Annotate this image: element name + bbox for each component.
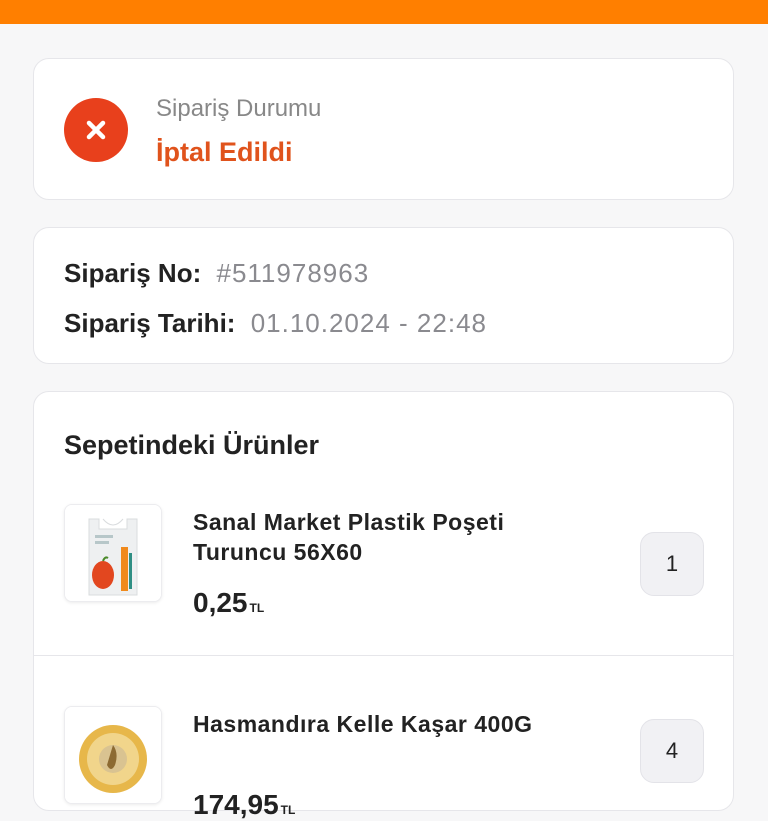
plastic-bag-image [64,504,162,602]
order-status-value: İptal Edildi [156,137,293,167]
order-number-row: Sipariş No: #511978963 [64,258,369,289]
product-name: Sanal Market Plastik Poşeti Turuncu 56X6… [193,509,505,565]
product-price: 0,25 TL [193,587,264,619]
product-item[interactable]: Sanal Market Plastik Poşeti Turuncu 56X6… [34,487,733,656]
cheese-image [64,706,162,804]
order-info-card: Sipariş No: #511978963 Sipariş Tarihi: 0… [33,227,734,364]
order-number-label: Sipariş No: [64,258,202,288]
product-price-value: 174,95 [193,789,279,820]
close-icon [64,98,128,162]
currency-label: TL [280,803,296,817]
quantity-badge: 4 [640,719,704,783]
top-bar [0,0,768,24]
products-title: Sepetindeki Ürünler [64,430,320,460]
basket-products-card: Sepetindeki Ürünler Sanal Market Plastik… [33,391,734,820]
product-price: 174,95 TL [193,789,295,821]
order-date-label: Sipariş Tarihi: [64,308,236,338]
product-item[interactable]: Hasmandıra Kelle Kaşar 400G 174,95 TL 4 [34,656,733,820]
quantity-badge: 1 [640,532,704,596]
currency-label: TL [249,601,265,615]
order-date-value: 01.10.2024 - 22:48 [250,308,487,338]
order-date-row: Sipariş Tarihi: 01.10.2024 - 22:48 [64,308,487,339]
product-price-value: 0,25 [193,587,248,618]
order-number-value: #511978963 [216,258,370,288]
product-name: Hasmandıra Kelle Kaşar 400G [193,711,533,737]
order-status-card: Sipariş Durumu İptal Edildi [33,58,734,200]
order-status-caption: Sipariş Durumu [156,95,322,122]
